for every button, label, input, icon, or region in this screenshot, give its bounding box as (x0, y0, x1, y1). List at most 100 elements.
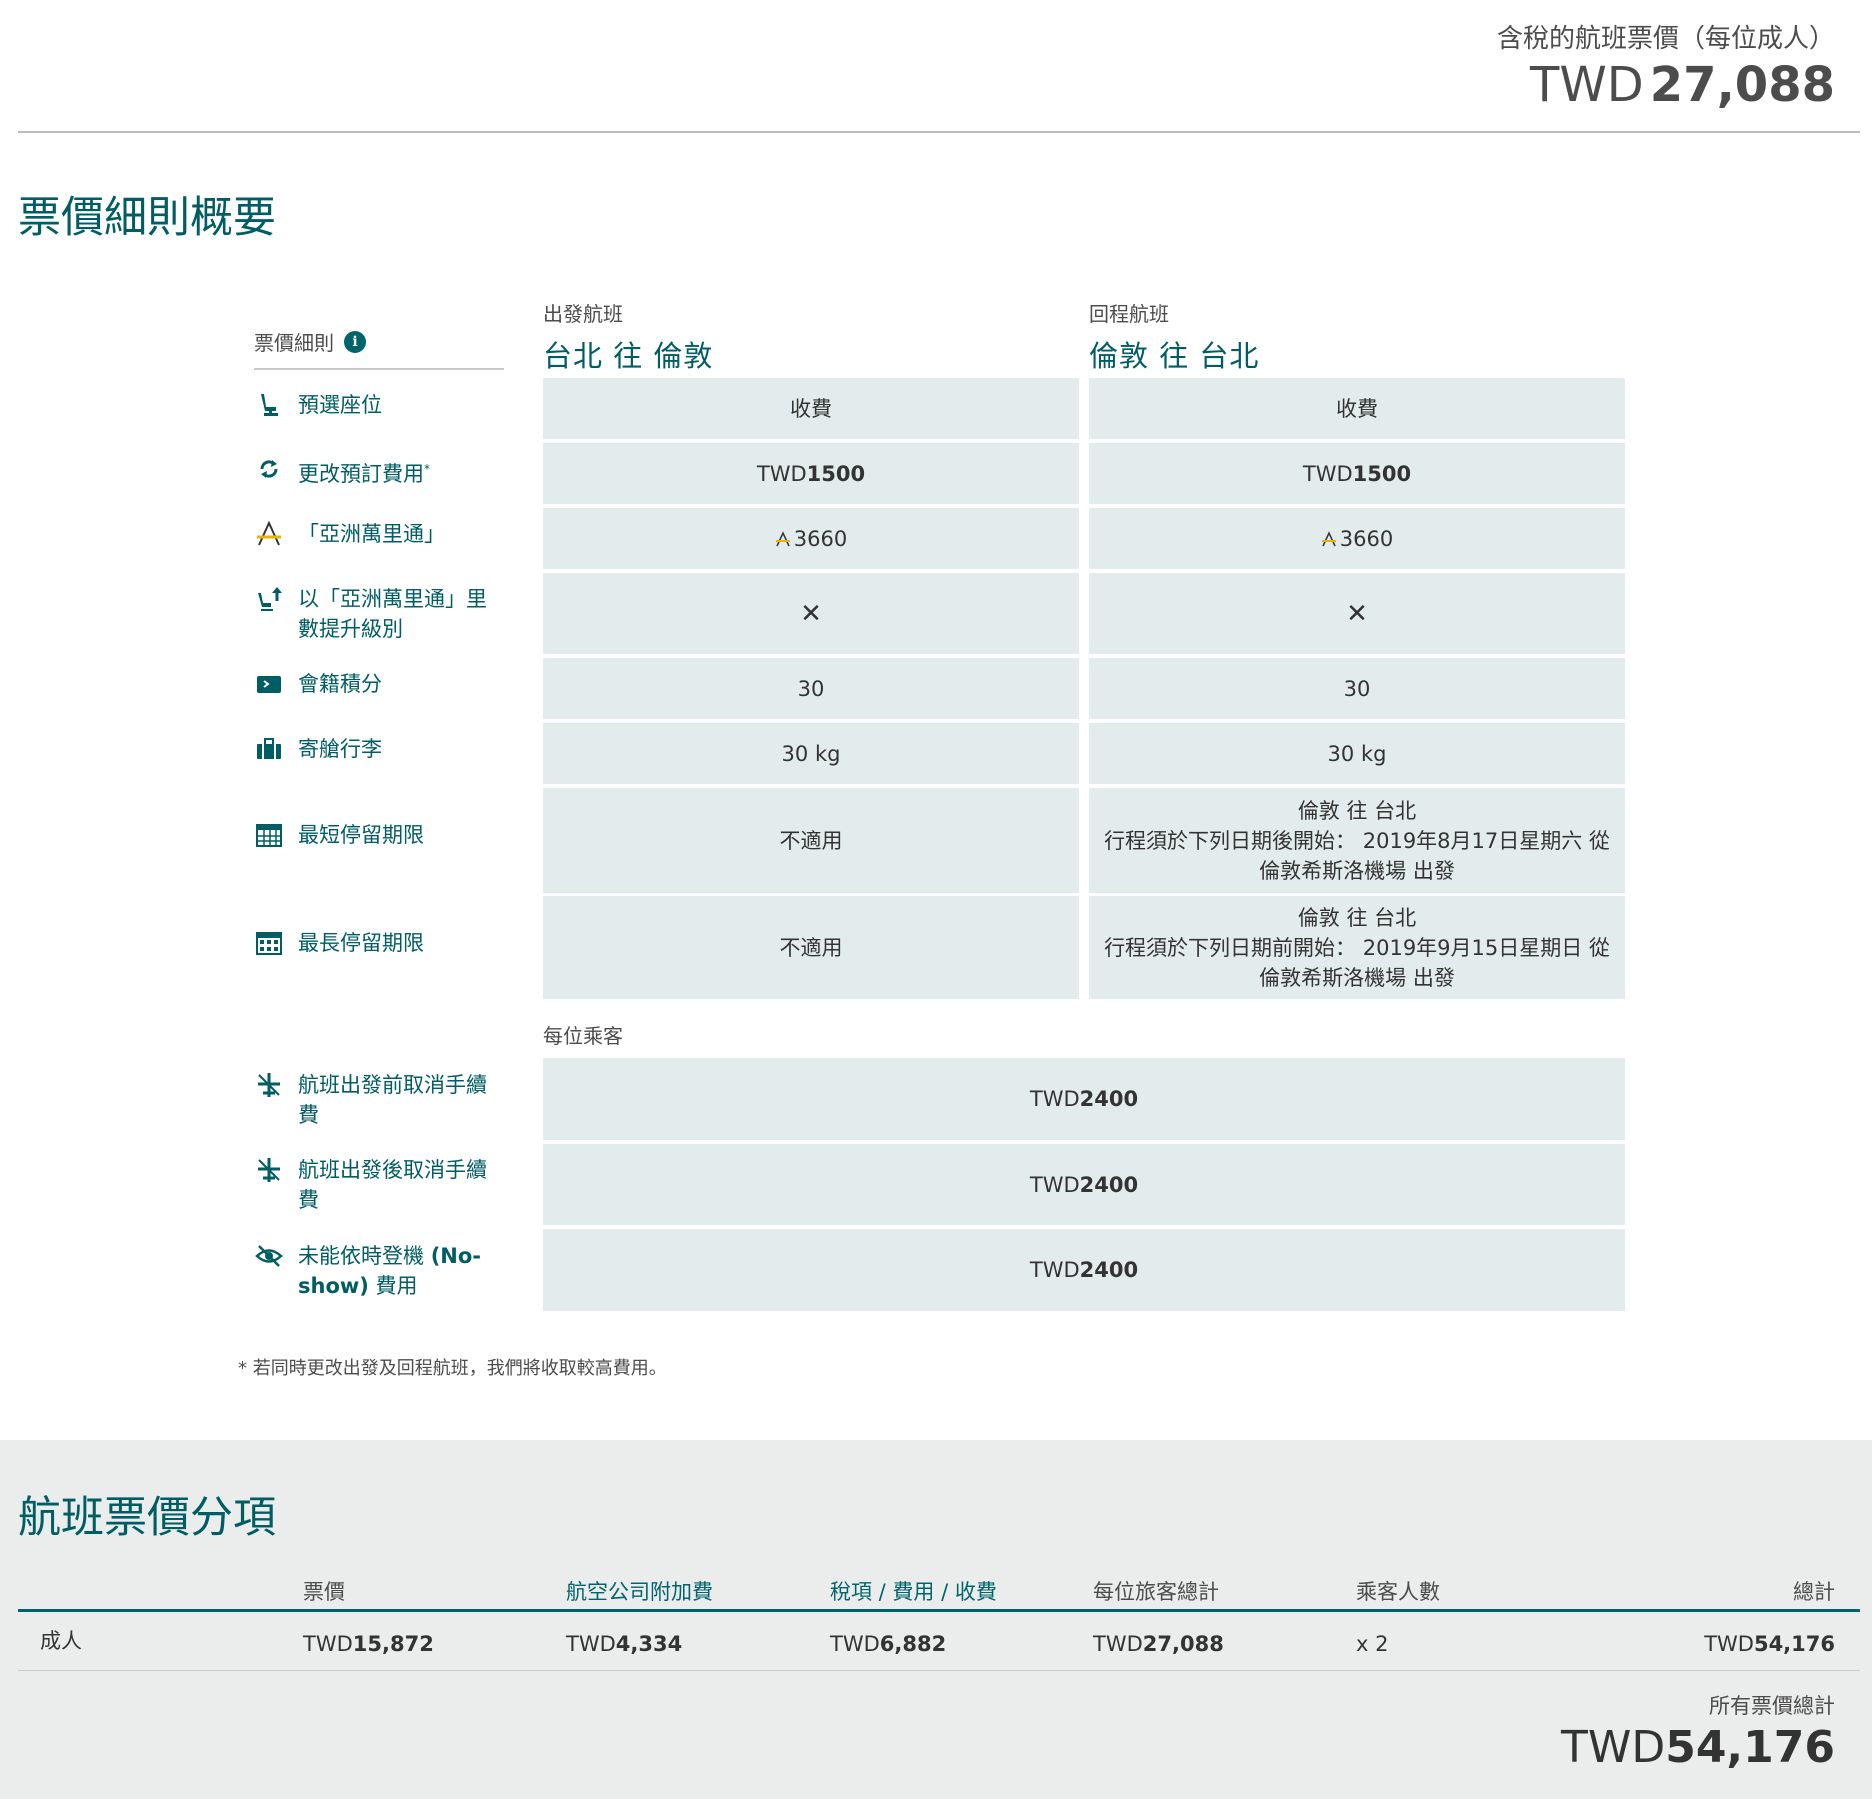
asia-miles-icon (254, 519, 284, 549)
row-label-baggage: 寄艙行李 (254, 734, 504, 764)
price-label: 含稅的航班票價（每位成人） (1496, 24, 1835, 54)
noshow-value: 2400 (1079, 1258, 1139, 1282)
change-label: 更改預訂費用 (298, 462, 424, 486)
max-stay-airport: 倫敦希斯洛機場 出發 (1259, 965, 1455, 990)
no-show-icon (254, 1241, 284, 1271)
cancel-flight-icon (254, 1070, 284, 1100)
row-passenger-type: 成人 (40, 1629, 82, 1653)
row-surcharge: TWD4,334 (566, 1632, 682, 1656)
asiamiles-out-value: 3660 (793, 526, 848, 551)
row-label-change: 更改預訂費用* (254, 454, 504, 489)
row-label-cancel-before-text: 航班出發前取消手續費 (298, 1073, 487, 1127)
row-label-upgrade: 以「亞洲萬里通」里數提升級別 (254, 584, 504, 644)
grand-total-label: 所有票價總計 (1709, 1694, 1835, 1718)
breakdown-header-rule (18, 1609, 1860, 1612)
rules-label-text: 票價細則 (254, 331, 334, 355)
max-stay-condition: 行程須於下列日期前開始： 2019年9月15日星期日 從 (1104, 935, 1610, 960)
row-label-seat: 預選座位 (254, 390, 504, 420)
inbound-small-label: 回程航班 (1089, 302, 1169, 326)
min-stay-condition: 行程須於下列日期後開始： 2019年8月17日星期六 從 (1104, 828, 1610, 853)
cell-noshow: TWD 2400 (543, 1229, 1625, 1311)
seat-icon (254, 390, 284, 420)
not-available-icon: ✕ (800, 598, 822, 629)
fare-details-page: 含稅的航班票價（每位成人） TWD 27,088 票價細則概要 票價細則 i 出發… (0, 0, 1872, 1799)
cell-cancel-before: TWD 2400 (543, 1058, 1625, 1140)
row-label-cancel-before: 航班出發前取消手續費 (254, 1070, 504, 1130)
row-taxes-value: 6,882 (879, 1632, 947, 1656)
cell-baggage-out: 30 kg (543, 723, 1079, 784)
row-label-noshow-text: 未能依時登機 (No-show) 費用 (298, 1241, 504, 1301)
cancel-after-currency: TWD (1029, 1172, 1080, 1197)
header-taxes-link[interactable]: 稅項 / 費用 / 收費 (830, 1576, 997, 1606)
cell-change-in: TWD 1500 (1089, 443, 1625, 504)
cell-min-stay-out: 不適用 (543, 788, 1079, 893)
cell-baggage-in: 30 kg (1089, 723, 1625, 784)
row-label-max-stay: 最長停留期限 (254, 928, 504, 958)
asia-miles-icon (1321, 530, 1336, 546)
cancel-after-value: 2400 (1079, 1172, 1139, 1197)
header-total: 總計 (1793, 1580, 1835, 1604)
grand-total-amount: TWD54,176 (1561, 1722, 1835, 1773)
header-fare: 票價 (303, 1580, 345, 1604)
row-label-club-text: 會籍積分 (298, 672, 382, 696)
row-label-club: 會籍積分 (254, 669, 504, 699)
min-stay-route: 倫敦 往 台北 (1297, 798, 1417, 823)
footnote: * 若同時更改出發及回程航班，我們將收取較高費用。 (238, 1358, 667, 1379)
info-icon[interactable]: i (344, 330, 366, 353)
grand-total-currency: TWD (1560, 1722, 1666, 1773)
row-label-asiamiles-text: 「亞洲萬里通」 (298, 522, 445, 546)
price-amount: TWD 27,088 (1497, 61, 1835, 109)
row-label-baggage-text: 寄艙行李 (298, 737, 382, 761)
cell-seat-out: 收費 (543, 378, 1079, 439)
change-out-currency: TWD (756, 461, 807, 486)
row-taxes-cur: TWD (830, 1632, 880, 1656)
cell-change-out: TWD 1500 (543, 443, 1079, 504)
row-fare-cur: TWD (303, 1632, 353, 1656)
not-available-icon: ✕ (1346, 598, 1368, 629)
change-in-currency: TWD (1302, 461, 1353, 486)
cell-cancel-after: TWD 2400 (543, 1144, 1625, 1225)
club-card-icon (254, 669, 284, 699)
max-stay-route: 倫敦 往 台北 (1297, 905, 1417, 930)
row-per-pax: TWD27,088 (1093, 1632, 1224, 1656)
upgrade-seat-icon (254, 584, 284, 614)
row-surcharge-value: 4,334 (615, 1632, 683, 1656)
change-in-value: 1500 (1352, 461, 1412, 486)
cancel-flight-icon (254, 1155, 284, 1185)
cancel-before-currency: TWD (1029, 1087, 1080, 1111)
cell-seat-in: 收費 (1089, 378, 1625, 439)
header-per-pax: 每位旅客總計 (1093, 1580, 1219, 1604)
inbound-route: 倫敦 往 台北 (1089, 339, 1260, 373)
asiamiles-in-value: 3660 (1339, 526, 1394, 551)
cell-max-stay-in: 倫敦 往 台北 行程須於下列日期前開始： 2019年9月15日星期日 從 倫敦希… (1089, 896, 1625, 999)
row-label-min-stay: 最短停留期限 (254, 820, 504, 850)
row-label-cancel-after-text: 航班出發後取消手續費 (298, 1158, 487, 1212)
row-surcharge-cur: TWD (566, 1632, 616, 1656)
header-divider (18, 131, 1860, 133)
row-total: TWD54,176 (1704, 1632, 1835, 1656)
price-currency: TWD (1530, 57, 1644, 113)
refresh-icon (254, 454, 284, 484)
cell-min-stay-in: 倫敦 往 台北 行程須於下列日期後開始： 2019年8月17日星期六 從 倫敦希… (1089, 788, 1625, 893)
cell-max-stay-out: 不適用 (543, 896, 1079, 999)
rules-underline (254, 368, 504, 370)
change-out-value: 1500 (806, 461, 866, 486)
row-label-min-stay-text: 最短停留期限 (298, 823, 424, 847)
header-surcharge-link[interactable]: 航空公司附加費 (566, 1576, 713, 1606)
rules-label: 票價細則 i (254, 327, 366, 356)
price-value: 27,088 (1649, 57, 1835, 113)
row-label-max-stay-text: 最長停留期限 (298, 931, 424, 955)
cell-asiamiles-in: 3660 (1089, 508, 1625, 569)
calendar-icon (254, 820, 284, 850)
cell-club-in: 30 (1089, 658, 1625, 719)
row-taxes: TWD6,882 (830, 1632, 946, 1656)
row-per-pax-value: 27,088 (1142, 1632, 1224, 1656)
cell-club-out: 30 (543, 658, 1079, 719)
outbound-header: 出發航班 台北 往 倫敦 (543, 298, 713, 375)
row-label-noshow: 未能依時登機 (No-show) 費用 (254, 1241, 504, 1301)
grand-total-value: 54,176 (1665, 1722, 1835, 1773)
row-fare-value: 15,872 (352, 1632, 434, 1656)
row-pax-count: x 2 (1356, 1632, 1389, 1656)
per-passenger-label: 每位乘客 (543, 1024, 623, 1048)
calendar-grid-icon (254, 928, 284, 958)
